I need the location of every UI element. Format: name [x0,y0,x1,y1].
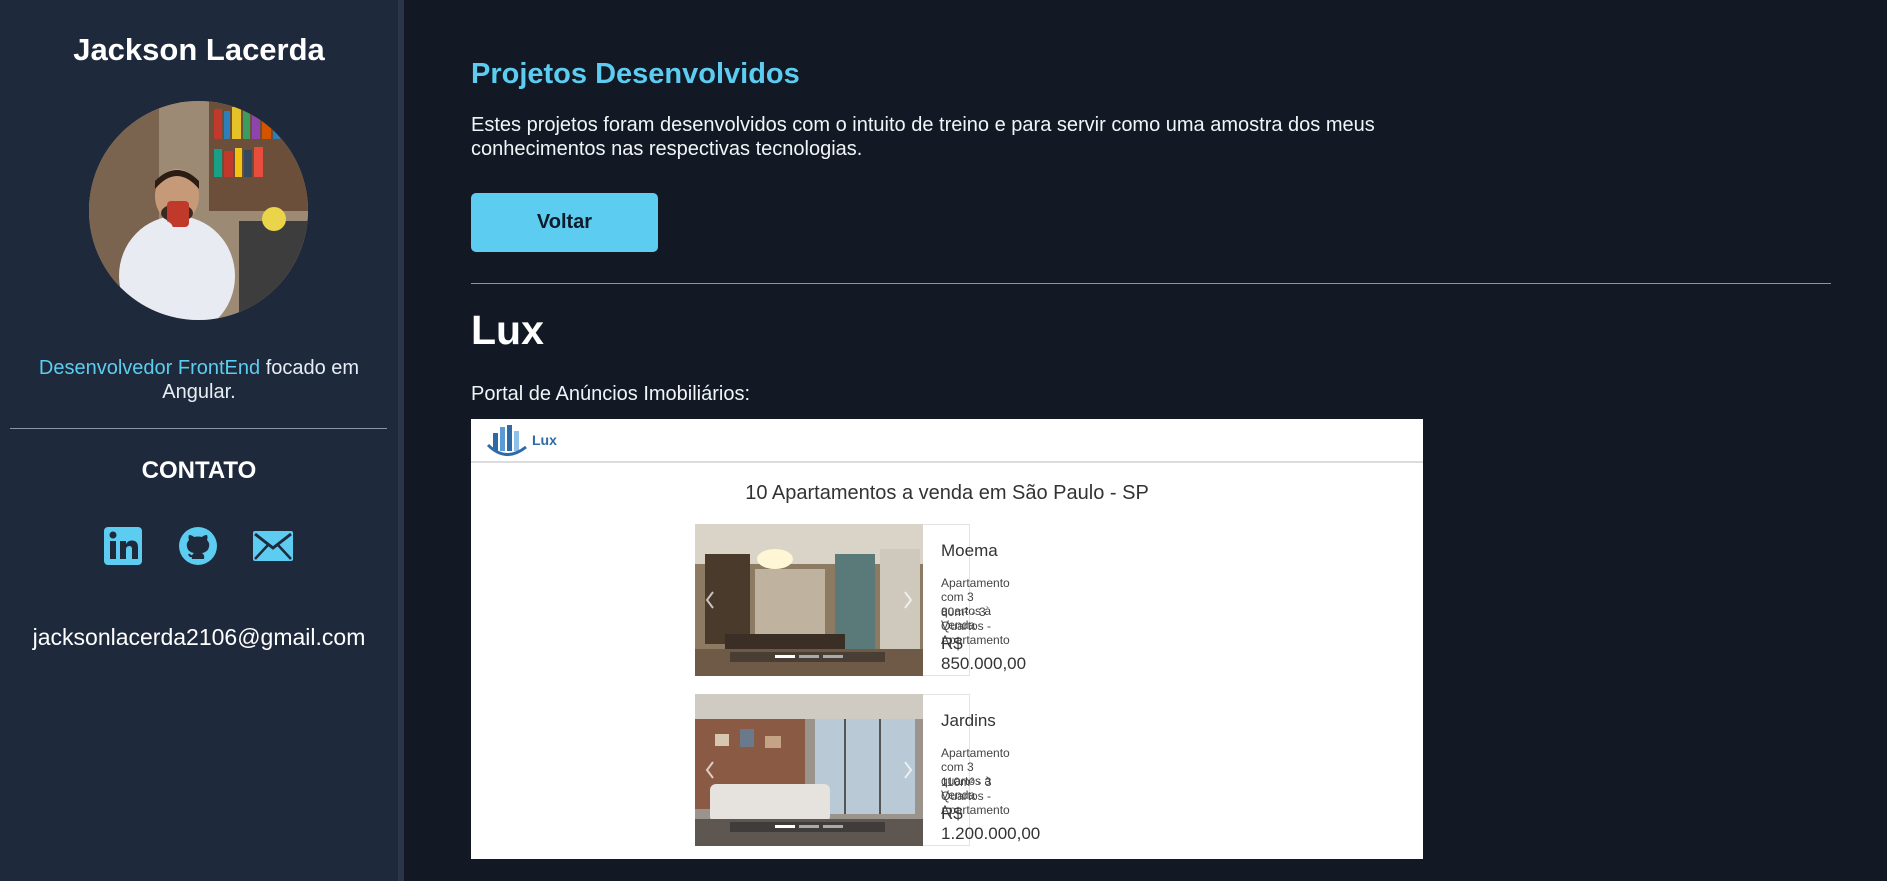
bio: Desenvolvedor FrontEnd focado em Angular… [20,356,378,404]
avatar [89,101,308,320]
screenshot-navbar: Lux [471,419,1423,463]
linkedin-icon[interactable] [102,525,144,567]
listing-photo [695,524,923,676]
main-divider [471,283,1831,284]
profile-name: Jackson Lacerda [73,32,325,67]
listing-title: Jardins [941,711,996,730]
listing-title: Moema [941,541,998,560]
listing-photo [695,694,923,846]
lux-logo-icon [486,425,527,456]
sidebar-divider [10,428,387,429]
page-title: Projetos Desenvolvidos [471,58,800,90]
project-title: Lux [471,307,544,353]
sidebar: Jackson Lacerda Desenvolvedor FrontEnd f… [0,0,404,881]
back-button[interactable]: Voltar [471,193,658,252]
project-description: Portal de Anúncios Imobiliários: [471,383,751,405]
page-description: Estes projetos foram desenvolvidos com o… [471,114,1375,160]
contact-email[interactable]: jacksonlacerda2106@gmail.com [0,624,398,651]
github-icon[interactable] [177,525,219,567]
mail-icon[interactable] [252,525,294,567]
listing-price: R$ 850.000,00 [941,634,1027,673]
bio-role: Desenvolvedor FrontEnd [38,357,261,379]
listing-price: R$ 1.200.000,00 [941,804,1041,843]
screenshot-logo-text: Lux [532,432,557,448]
screenshot-heading: 10 Apartamentos a venda em São Paulo - S… [745,482,1149,504]
contact-title: CONTATO [141,457,257,484]
project-screenshot[interactable]: Lux 10 Apartamentos a venda em São Paulo… [471,419,1423,859]
